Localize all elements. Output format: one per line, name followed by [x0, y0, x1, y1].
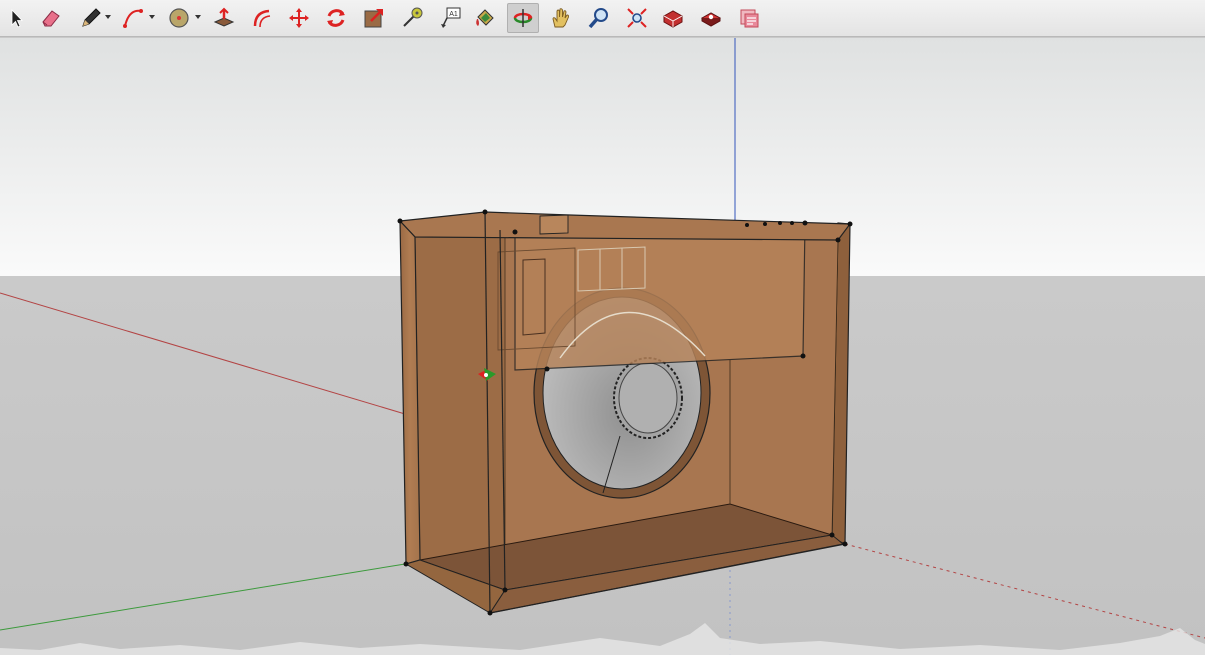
- scene-canvas[interactable]: [0, 38, 1205, 655]
- 3d-warehouse-button[interactable]: [657, 3, 689, 33]
- 3d-warehouse-icon: [663, 10, 683, 28]
- layout-button[interactable]: [733, 3, 765, 33]
- top-notch: [539, 214, 569, 235]
- layout-icon: [740, 9, 759, 28]
- pan-tool-button[interactable]: [545, 3, 577, 33]
- orbit-tool-button[interactable]: [507, 3, 539, 33]
- push-pull-icon: [213, 7, 235, 27]
- extension-warehouse-button[interactable]: [695, 3, 727, 33]
- scale-icon: [364, 9, 383, 28]
- zoom-extents-icon: [627, 8, 647, 28]
- tape-measure-icon: [403, 7, 423, 27]
- speaker-cabinet-model[interactable]: [397, 209, 853, 616]
- paint-bucket-icon: [476, 9, 494, 26]
- line-tool-button[interactable]: [75, 3, 107, 33]
- select-tool-button[interactable]: [0, 3, 32, 33]
- select-arrow-icon: [11, 9, 23, 28]
- pan-hand-icon: [552, 8, 570, 28]
- circle-dropdown-caret-icon[interactable]: [194, 13, 202, 21]
- text-icon: A1: [441, 7, 461, 28]
- tape-measure-tool-button[interactable]: [396, 3, 428, 33]
- circle-icon: [169, 8, 189, 28]
- push-pull-tool-button[interactable]: [208, 3, 240, 33]
- main-toolbar: A1: [0, 0, 1205, 37]
- arc-tool-button[interactable]: [117, 3, 149, 33]
- speaker-dust-cap-inner: [618, 362, 678, 434]
- move-tool-button[interactable]: [283, 3, 315, 33]
- cabinet-left-interior: [414, 229, 506, 589]
- pencil-icon: [82, 8, 101, 27]
- eraser-icon: [42, 10, 60, 27]
- zoom-extents-tool-button[interactable]: [621, 3, 653, 33]
- offset-tool-button[interactable]: [246, 3, 278, 33]
- scale-tool-button[interactable]: [358, 3, 390, 33]
- offset-icon: [253, 9, 271, 28]
- orbit-icon: [513, 9, 533, 27]
- circle-tool-button[interactable]: [163, 3, 195, 33]
- zoom-icon: [588, 8, 608, 29]
- extension-warehouse-icon: [700, 12, 722, 27]
- rotate-tool-button[interactable]: [320, 3, 352, 33]
- paint-bucket-tool-button[interactable]: [469, 3, 501, 33]
- modeling-viewport[interactable]: [0, 38, 1205, 655]
- eraser-tool-button[interactable]: [35, 3, 67, 33]
- text-tool-button[interactable]: A1: [434, 3, 466, 33]
- arc-icon: [123, 9, 143, 28]
- svg-text:A1: A1: [449, 11, 458, 18]
- zoom-tool-button[interactable]: [583, 3, 615, 33]
- line-dropdown-caret-icon[interactable]: [104, 13, 112, 21]
- arc-dropdown-caret-icon[interactable]: [148, 13, 156, 21]
- top-shelf-panel: [514, 222, 806, 371]
- rotate-icon: [327, 9, 345, 27]
- move-icon: [289, 8, 309, 28]
